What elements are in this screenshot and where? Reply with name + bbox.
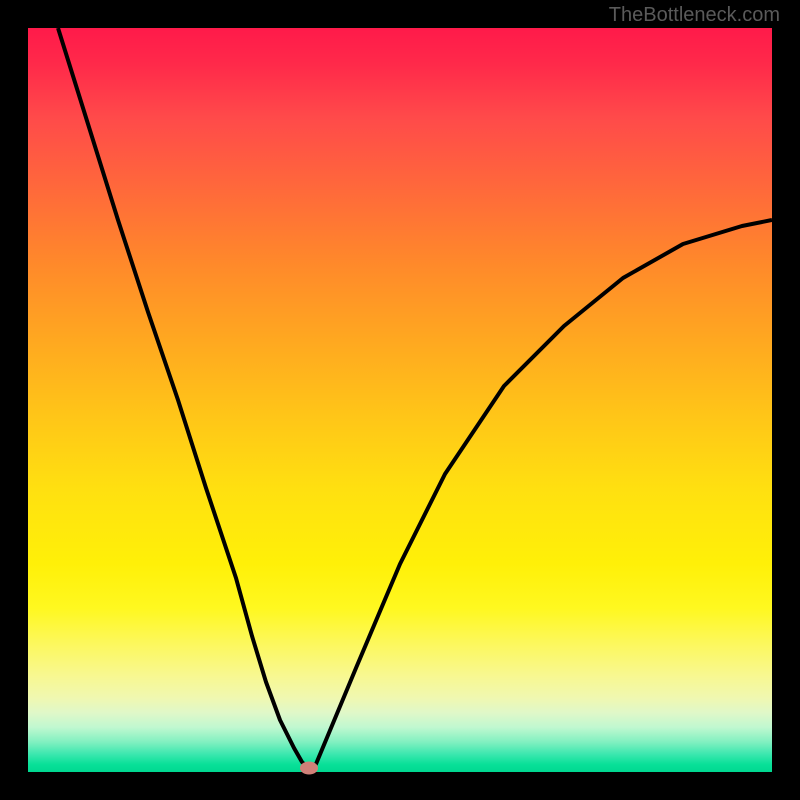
watermark-text: TheBottleneck.com <box>609 4 780 27</box>
chart-frame: TheBottleneck.com <box>0 0 800 800</box>
plot-area <box>28 28 772 772</box>
curve-svg <box>28 28 772 772</box>
minimum-marker <box>300 762 318 775</box>
bottleneck-curve <box>58 28 772 770</box>
